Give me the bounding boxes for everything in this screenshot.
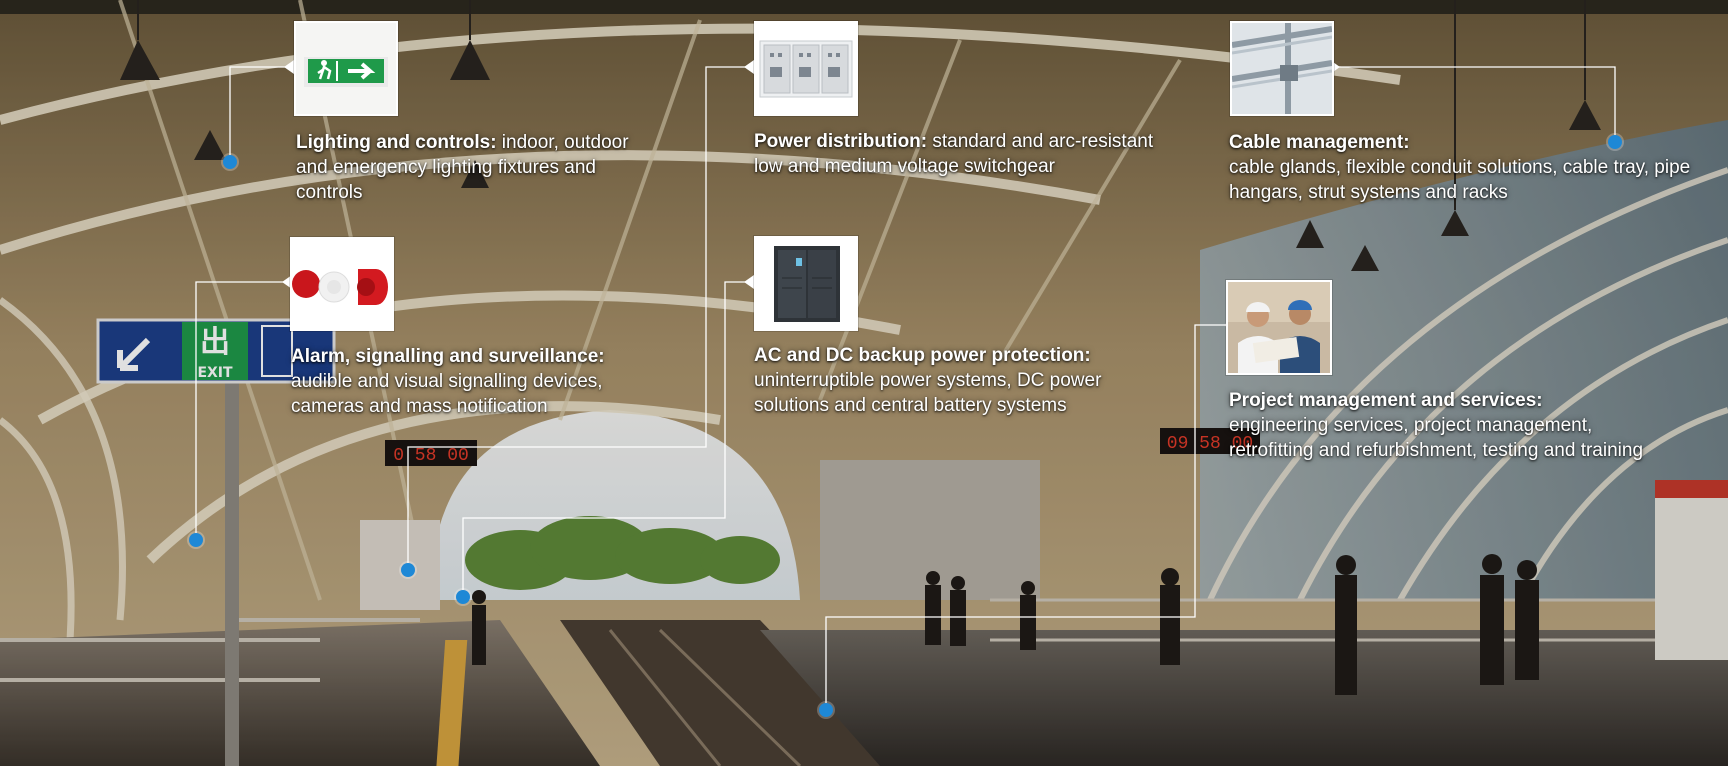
callout-alarm: Alarm, signalling and surveillance: audi…	[291, 344, 721, 419]
alarm-beacon-icon	[292, 239, 392, 329]
lighting-thumbnail[interactable]	[294, 21, 398, 116]
project-management-thumbnail[interactable]	[1226, 280, 1332, 375]
cable-tray-icon	[1232, 23, 1332, 114]
callout-desc: uninterruptible power systems, DC power …	[754, 370, 1102, 416]
callout-title: Power distribution:	[754, 131, 928, 152]
callout-desc: cable glands, flexible conduit solutions…	[1229, 157, 1691, 203]
callout-cable-management: Cable management: cable glands, flexible…	[1229, 130, 1699, 205]
switchgear-icon	[756, 23, 856, 114]
callout-dot-project-management[interactable]	[819, 703, 833, 717]
callout-desc: engineering services, project management…	[1229, 415, 1644, 461]
callout-title: Lighting and controls:	[296, 132, 497, 153]
exit-sign-icon	[296, 23, 396, 114]
callout-desc: audible and visual signalling devices, c…	[291, 371, 603, 417]
callout-title: Alarm, signalling and surveillance:	[291, 346, 605, 367]
callout-dot-power-distribution[interactable]	[401, 563, 415, 577]
alarm-thumbnail[interactable]	[290, 237, 394, 331]
callout-lighting: Lighting and controls: indoor, outdoor a…	[296, 130, 636, 205]
power-distribution-thumbnail[interactable]	[754, 21, 858, 116]
callout-title: Cable management:	[1229, 132, 1410, 153]
callout-title: AC and DC backup power protection:	[754, 345, 1091, 366]
callout-dot-backup-power[interactable]	[456, 590, 470, 604]
backup-power-thumbnail[interactable]	[754, 236, 858, 331]
callout-power-distribution: Power distribution: standard and arc-res…	[754, 129, 1154, 179]
callout-backup-power: AC and DC backup power protection: unint…	[754, 343, 1194, 418]
ups-cabinet-icon	[756, 238, 856, 329]
callout-title: Project management and services:	[1229, 390, 1543, 411]
callout-project-management: Project management and services: enginee…	[1229, 388, 1669, 463]
callout-dot-alarm[interactable]	[189, 533, 203, 547]
cable-management-thumbnail[interactable]	[1230, 21, 1334, 116]
engineers-icon	[1228, 282, 1330, 373]
callout-dot-lighting[interactable]	[223, 155, 237, 169]
